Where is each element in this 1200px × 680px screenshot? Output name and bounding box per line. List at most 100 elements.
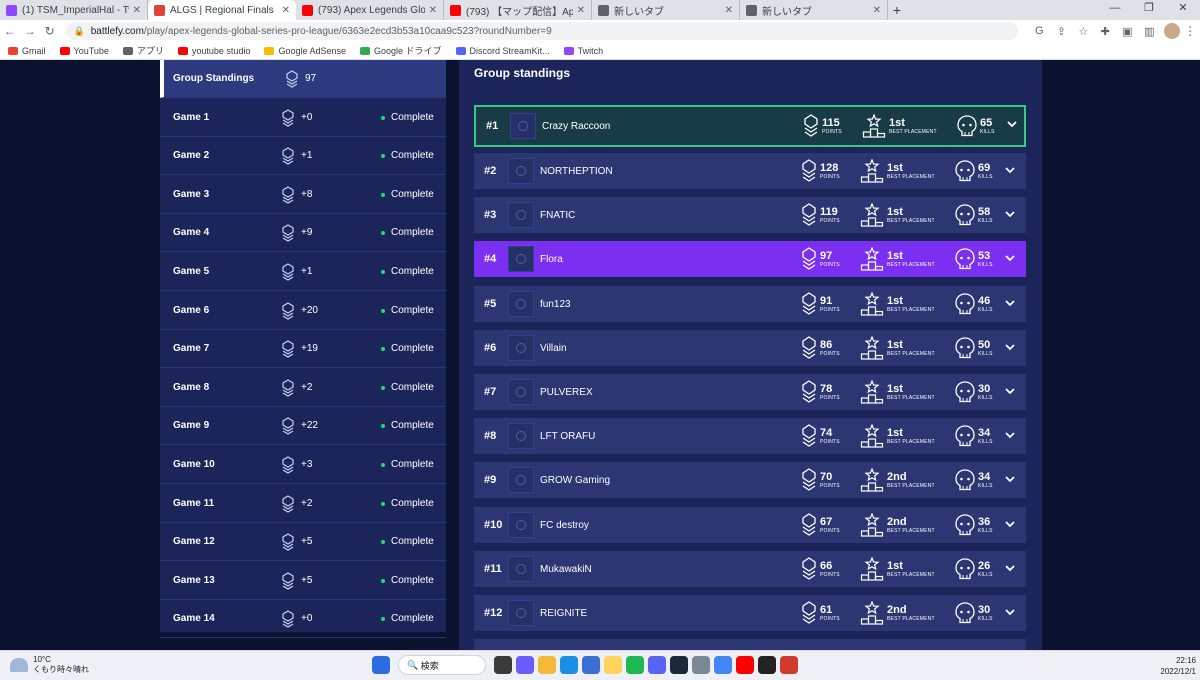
team-points-value: 61 bbox=[820, 604, 833, 616]
bookmark-item[interactable]: アプリ bbox=[122, 44, 164, 57]
round-item[interactable]: Game 8 +2 Complete bbox=[160, 369, 446, 407]
taskview-icon[interactable] bbox=[494, 656, 512, 674]
team-row[interactable]: #6 Villain 86 POINTS 1st BEST PLACEMENT 50 KILL… bbox=[474, 330, 1026, 366]
team-row[interactable]: #12 REIGNITE 61 POINTS 2nd BEST PLACEMENT 30 KI… bbox=[474, 595, 1026, 631]
browser-tab[interactable]: (793) Apex Legends Global Series ✕ bbox=[296, 0, 444, 20]
team-row[interactable]: #3 FNATIC 119 POINTS 1st BEST PLACEMENT 58 KILL… bbox=[474, 197, 1026, 233]
round-item[interactable]: Game 14 +0 Complete bbox=[160, 600, 446, 639]
extensions-icon[interactable]: ✚ bbox=[1094, 25, 1116, 38]
round-item[interactable]: Game 10 +3 Complete bbox=[160, 446, 446, 484]
chrome-canary-icon[interactable] bbox=[604, 656, 622, 674]
team-row[interactable]: #8 LFT ORAFU 74 POINTS 1st BEST PLACEMENT 34 KI… bbox=[474, 418, 1026, 454]
close-icon[interactable]: ✕ bbox=[725, 5, 733, 16]
team-row[interactable]: #1 Crazy Raccoon 115 POINTS 1st BEST PLACEMEN… bbox=[474, 105, 1026, 147]
round-item[interactable]: Game 6 +20 Complete bbox=[160, 292, 446, 330]
bookmark-item[interactable]: Discord StreamKit... bbox=[455, 46, 550, 56]
chevron-down-icon[interactable] bbox=[1004, 164, 1016, 176]
team-row[interactable]: #9 GROW Gaming 70 POINTS 2nd BEST PLACEMENT 34… bbox=[474, 462, 1026, 498]
round-item[interactable]: Game 5 +1 Complete bbox=[160, 253, 446, 291]
store-icon[interactable] bbox=[582, 656, 600, 674]
browser-tab[interactable]: (793) 【マップ配信】Apex Legends ✕ bbox=[444, 0, 592, 20]
team-name: fun123 bbox=[540, 298, 571, 310]
edge-icon[interactable] bbox=[560, 656, 578, 674]
new-tab-icon[interactable]: + bbox=[888, 0, 906, 20]
team-row[interactable]: #4 Flora 97 POINTS 1st BEST PLACEMENT 53 KILLS bbox=[474, 241, 1026, 277]
menu-icon[interactable]: ⋮ bbox=[1180, 24, 1200, 38]
team-row-partial[interactable] bbox=[474, 639, 1026, 650]
minimize-icon[interactable]: — bbox=[1098, 0, 1132, 20]
round-item[interactable]: Game 7 +19 Complete bbox=[160, 330, 446, 369]
chevron-down-icon[interactable] bbox=[1004, 518, 1016, 530]
forward-icon[interactable]: → bbox=[20, 24, 40, 38]
chevron-down-icon[interactable] bbox=[1004, 252, 1016, 264]
browser-tab[interactable]: ALGS | Regional Finals ✕ bbox=[148, 0, 296, 20]
close-icon[interactable]: ✕ bbox=[577, 5, 585, 16]
chat-icon[interactable] bbox=[516, 656, 534, 674]
bookmark-item[interactable]: Gmail bbox=[8, 46, 46, 56]
bookmark-item[interactable]: youtube studio bbox=[177, 46, 250, 56]
team-row[interactable]: #10 FC destroy 67 POINTS 2nd BEST PLACEMENT 36… bbox=[474, 507, 1026, 543]
clock[interactable]: 22:16 2022/12/1 bbox=[1160, 655, 1196, 677]
bookmark-item[interactable]: YouTube bbox=[59, 46, 109, 56]
steam-icon[interactable] bbox=[670, 656, 688, 674]
team-name: Crazy Raccoon bbox=[542, 120, 611, 132]
round-item[interactable]: Game 3 +8 Complete bbox=[160, 176, 446, 214]
taskbar-search[interactable]: 🔍 検索 bbox=[398, 655, 486, 675]
team-row[interactable]: #11 MukawakiN 66 POINTS 1st BEST PLACEMENT 26 K… bbox=[474, 551, 1026, 587]
close-icon[interactable]: ✕ bbox=[133, 5, 141, 16]
chevron-down-icon[interactable] bbox=[1006, 118, 1018, 130]
weather-widget[interactable]: 10°C くもり時々晴れ bbox=[10, 655, 89, 675]
browser-tab[interactable]: 新しいタブ ✕ bbox=[592, 0, 740, 20]
close-icon[interactable]: ✕ bbox=[429, 5, 437, 16]
chevron-down-icon[interactable] bbox=[1004, 385, 1016, 397]
spotify-icon[interactable] bbox=[626, 656, 644, 674]
chevron-down-icon[interactable] bbox=[1004, 473, 1016, 485]
round-item[interactable]: Game 12 +5 Complete bbox=[160, 523, 446, 562]
team-row[interactable]: #2 NORTHEPTION 128 POINTS 1st BEST PLACEMENT 6… bbox=[474, 153, 1026, 189]
round-item-group-standings[interactable]: Group Standings 97 bbox=[160, 60, 446, 98]
browser-tab[interactable]: (1) TSM_ImperialHal - Twitch ✕ bbox=[0, 0, 148, 20]
youtube-icon[interactable] bbox=[736, 656, 754, 674]
settings-icon[interactable] bbox=[692, 656, 710, 674]
round-name: Game 2 bbox=[173, 150, 210, 162]
round-item[interactable]: Game 9 +22 Complete bbox=[160, 407, 446, 446]
bookmark-item[interactable]: Google ドライブ bbox=[360, 44, 442, 57]
google-icon[interactable]: G bbox=[1028, 25, 1050, 38]
round-item[interactable]: Game 1 +0 Complete bbox=[160, 99, 446, 137]
chevron-down-icon[interactable] bbox=[1004, 208, 1016, 220]
back-icon[interactable]: ← bbox=[0, 24, 20, 38]
apex-icon[interactable] bbox=[780, 656, 798, 674]
chrome-icon[interactable] bbox=[714, 656, 732, 674]
sidepanel-icon[interactable]: ▥ bbox=[1138, 25, 1160, 38]
url-field[interactable]: 🔒 battlefy.com/play/apex-legends-global-… bbox=[65, 22, 1019, 40]
chevron-down-icon[interactable] bbox=[1004, 562, 1016, 574]
chevron-down-icon[interactable] bbox=[1004, 341, 1016, 353]
round-item[interactable]: Game 2 +1 Complete bbox=[160, 137, 446, 176]
star-icon[interactable]: ☆ bbox=[1072, 25, 1094, 38]
browser-tab[interactable]: 新しいタブ ✕ bbox=[740, 0, 888, 20]
close-window-icon[interactable]: ✕ bbox=[1166, 0, 1200, 20]
team-row[interactable]: #5 fun123 91 POINTS 1st BEST PLACEMENT 46 KILLS bbox=[474, 286, 1026, 322]
bookmark-item[interactable]: Twitch bbox=[563, 46, 603, 56]
bookmark-item[interactable]: Google AdSense bbox=[264, 46, 346, 56]
reload-icon[interactable]: ↻ bbox=[40, 24, 60, 38]
explorer-icon[interactable] bbox=[538, 656, 556, 674]
profile-avatar[interactable] bbox=[1164, 23, 1181, 39]
chevron-down-icon[interactable] bbox=[1004, 297, 1016, 309]
close-icon[interactable]: ✕ bbox=[282, 5, 290, 16]
close-icon[interactable]: ✕ bbox=[873, 5, 881, 16]
share-icon[interactable]: ⇪ bbox=[1050, 25, 1072, 38]
team-points-label: POINTS bbox=[820, 218, 840, 224]
maximize-icon[interactable]: ❐ bbox=[1132, 0, 1166, 20]
obs-icon[interactable] bbox=[758, 656, 776, 674]
url-host: battlefy.com bbox=[90, 25, 144, 37]
team-row[interactable]: #7 PULVEREX 78 POINTS 1st BEST PLACEMENT 30 KIL… bbox=[474, 374, 1026, 410]
puzzle-icon[interactable]: ▣ bbox=[1116, 25, 1138, 38]
round-item[interactable]: Game 4 +9 Complete bbox=[160, 214, 446, 253]
round-item[interactable]: Game 13 +5 Complete bbox=[160, 562, 446, 600]
start-icon[interactable] bbox=[372, 656, 390, 674]
round-item[interactable]: Game 11 +2 Complete bbox=[160, 485, 446, 523]
chevron-down-icon[interactable] bbox=[1004, 606, 1016, 618]
chevron-down-icon[interactable] bbox=[1004, 429, 1016, 441]
discord-icon[interactable] bbox=[648, 656, 666, 674]
